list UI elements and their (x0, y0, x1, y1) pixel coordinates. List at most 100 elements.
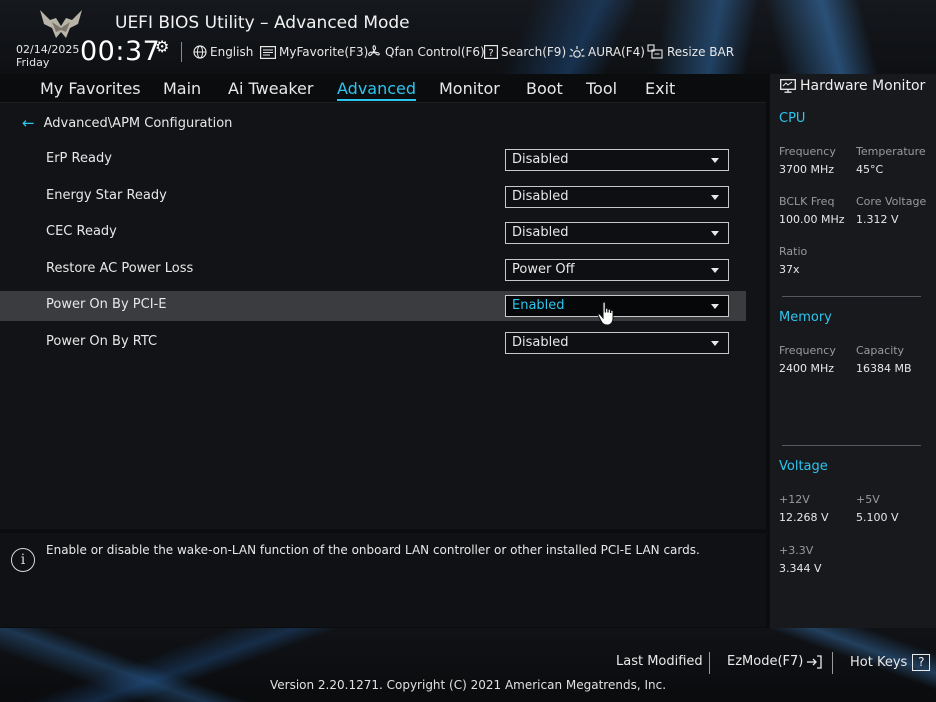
memory-section-title: Memory (779, 310, 832, 325)
aura-label: AURA(F4) (588, 45, 645, 59)
tab-tool[interactable]: Tool (586, 79, 617, 98)
chevron-down-icon (711, 304, 719, 309)
monitor-icon (780, 79, 796, 93)
myfavorite-button[interactable]: MyFavorite(F3) (260, 43, 368, 61)
tab-my-favorites[interactable]: My Favorites (40, 79, 141, 98)
memory-capacity-value: 16384 MB (856, 362, 912, 375)
section-divider (782, 445, 921, 446)
v5-value: 5.100 V (856, 511, 899, 524)
settings-panel: ← Advanced\APM Configuration ErP Ready D… (0, 102, 766, 529)
dropdown-value: Disabled (512, 335, 569, 350)
v12-value: 12.268 V (779, 511, 829, 524)
last-modified-button[interactable]: Last Modified (616, 654, 703, 669)
v12-label: +12V (779, 493, 810, 506)
footer-divider (832, 652, 833, 674)
cpu-frequency-label: Frequency (779, 145, 836, 158)
setting-row-power-on-by-pci-e[interactable]: Power On By PCI-E Enabled (0, 291, 746, 321)
search-label: Search(F9) (501, 45, 567, 59)
help-panel: i Enable or disable the wake-on-LAN func… (0, 533, 766, 627)
info-icon: i (11, 548, 35, 572)
memory-frequency-value: 2400 MHz (779, 362, 835, 375)
language-label: English (210, 45, 254, 59)
last-modified-label: Last Modified (616, 654, 703, 669)
memory-capacity-label: Capacity (856, 344, 905, 357)
ratio-label: Ratio (779, 245, 808, 258)
svg-text:?: ? (488, 48, 493, 59)
back-arrow-icon[interactable]: ← (22, 114, 35, 132)
setting-label: CEC Ready (46, 224, 117, 239)
core-voltage-label: Core Voltage (856, 195, 927, 208)
bclk-freq-label: BCLK Freq (779, 195, 835, 208)
tab-monitor[interactable]: Monitor (439, 79, 500, 98)
setting-row-power-on-by-rtc[interactable]: Power On By RTC Disabled (0, 328, 746, 358)
help-text: Enable or disable the wake-on-LAN functi… (46, 543, 700, 557)
power-on-by-rtc-dropdown[interactable]: Disabled (505, 332, 729, 354)
globe-icon (193, 45, 207, 59)
bclk-freq-value: 100.00 MHz (779, 213, 845, 226)
tab-ai-tweaker[interactable]: Ai Tweaker (228, 79, 313, 98)
breadcrumb-path: Advanced\APM Configuration (43, 115, 233, 131)
tab-advanced[interactable]: Advanced (337, 79, 417, 101)
top-header: UEFI BIOS Utility – Advanced Mode 02/14/… (0, 0, 936, 74)
date-text: 02/14/2025 (16, 43, 80, 56)
energy-star-ready-dropdown[interactable]: Disabled (505, 186, 729, 208)
setting-label: ErP Ready (46, 151, 112, 166)
ezmode-label: EzMode(F7) (727, 654, 804, 669)
resize-bar-button[interactable]: Resize BAR (647, 43, 734, 61)
clock-settings-gear-icon[interactable]: ⚙ (155, 37, 169, 56)
myfavorite-label: MyFavorite(F3) (279, 45, 369, 59)
dropdown-value: Disabled (512, 189, 569, 204)
restore-ac-power-loss-dropdown[interactable]: Power Off (505, 259, 729, 281)
qfan-control-label: Qfan Control(F6) (385, 45, 485, 59)
dropdown-value: Enabled (512, 298, 565, 313)
setting-label: Energy Star Ready (46, 188, 167, 203)
copyright-text: Version 2.20.1271. Copyright (C) 2021 Am… (269, 678, 667, 692)
chevron-down-icon (711, 158, 719, 163)
qfan-control-button[interactable]: Qfan Control(F6) (366, 43, 485, 61)
voltage-section-title: Voltage (779, 459, 828, 474)
setting-row-erp-ready[interactable]: ErP Ready Disabled (0, 145, 746, 175)
clock-time: 00:37 (80, 36, 161, 67)
cec-ready-dropdown[interactable]: Disabled (505, 222, 729, 244)
chevron-down-icon (711, 195, 719, 200)
hand-cursor-icon (597, 301, 614, 326)
date-display: 02/14/2025 Friday (16, 43, 79, 69)
search-button[interactable]: ? Search(F9) (484, 43, 566, 61)
ratio-value: 37x (779, 263, 800, 276)
header-divider (181, 42, 182, 62)
setting-row-restore-ac-power-loss[interactable]: Restore AC Power Loss Power Off (0, 255, 746, 285)
chevron-down-icon (711, 341, 719, 346)
cpu-temperature-value: 45°C (856, 163, 884, 176)
chevron-down-icon (711, 231, 719, 236)
fan-icon (368, 45, 380, 56)
main-tab-bar: My Favorites Main Ai Tweaker Advanced Mo… (0, 74, 766, 102)
setting-label: Restore AC Power Loss (46, 261, 194, 276)
v5-label: +5V (856, 493, 880, 506)
hardware-monitor-label: Hardware Monitor (800, 78, 926, 94)
aura-light-icon (569, 45, 585, 58)
tab-exit[interactable]: Exit (645, 79, 675, 98)
tab-boot[interactable]: Boot (526, 79, 563, 98)
ezmode-button[interactable]: EzMode(F7) (727, 654, 823, 669)
cpu-temperature-label: Temperature (856, 145, 926, 158)
aura-button[interactable]: AURA(F4) (569, 43, 645, 61)
cpu-section-title: CPU (779, 111, 806, 126)
tab-main[interactable]: Main (163, 79, 201, 98)
search-help-icon: ? (484, 45, 498, 59)
language-button[interactable]: English (193, 43, 253, 61)
hot-keys-button[interactable]: Hot Keys ? (850, 654, 931, 671)
setting-label: Power On By RTC (46, 334, 158, 349)
resize-bar-label: Resize BAR (667, 45, 735, 59)
memory-frequency-label: Frequency (779, 344, 836, 357)
hot-keys-help-icon: ? (912, 654, 931, 671)
setting-row-energy-star-ready[interactable]: Energy Star Ready Disabled (0, 182, 746, 212)
section-divider (782, 296, 921, 297)
dropdown-value: Power Off (512, 262, 575, 277)
erp-ready-dropdown[interactable]: Disabled (505, 149, 729, 171)
bottom-footer: Last Modified EzMode(F7) Hot Keys ? Vers… (0, 628, 936, 702)
setting-row-cec-ready[interactable]: CEC Ready Disabled (0, 218, 746, 248)
chevron-down-icon (711, 268, 719, 273)
v33-label: +3.3V (779, 544, 814, 557)
cpu-frequency-value: 3700 MHz (779, 163, 835, 176)
day-text: Friday (16, 56, 50, 69)
